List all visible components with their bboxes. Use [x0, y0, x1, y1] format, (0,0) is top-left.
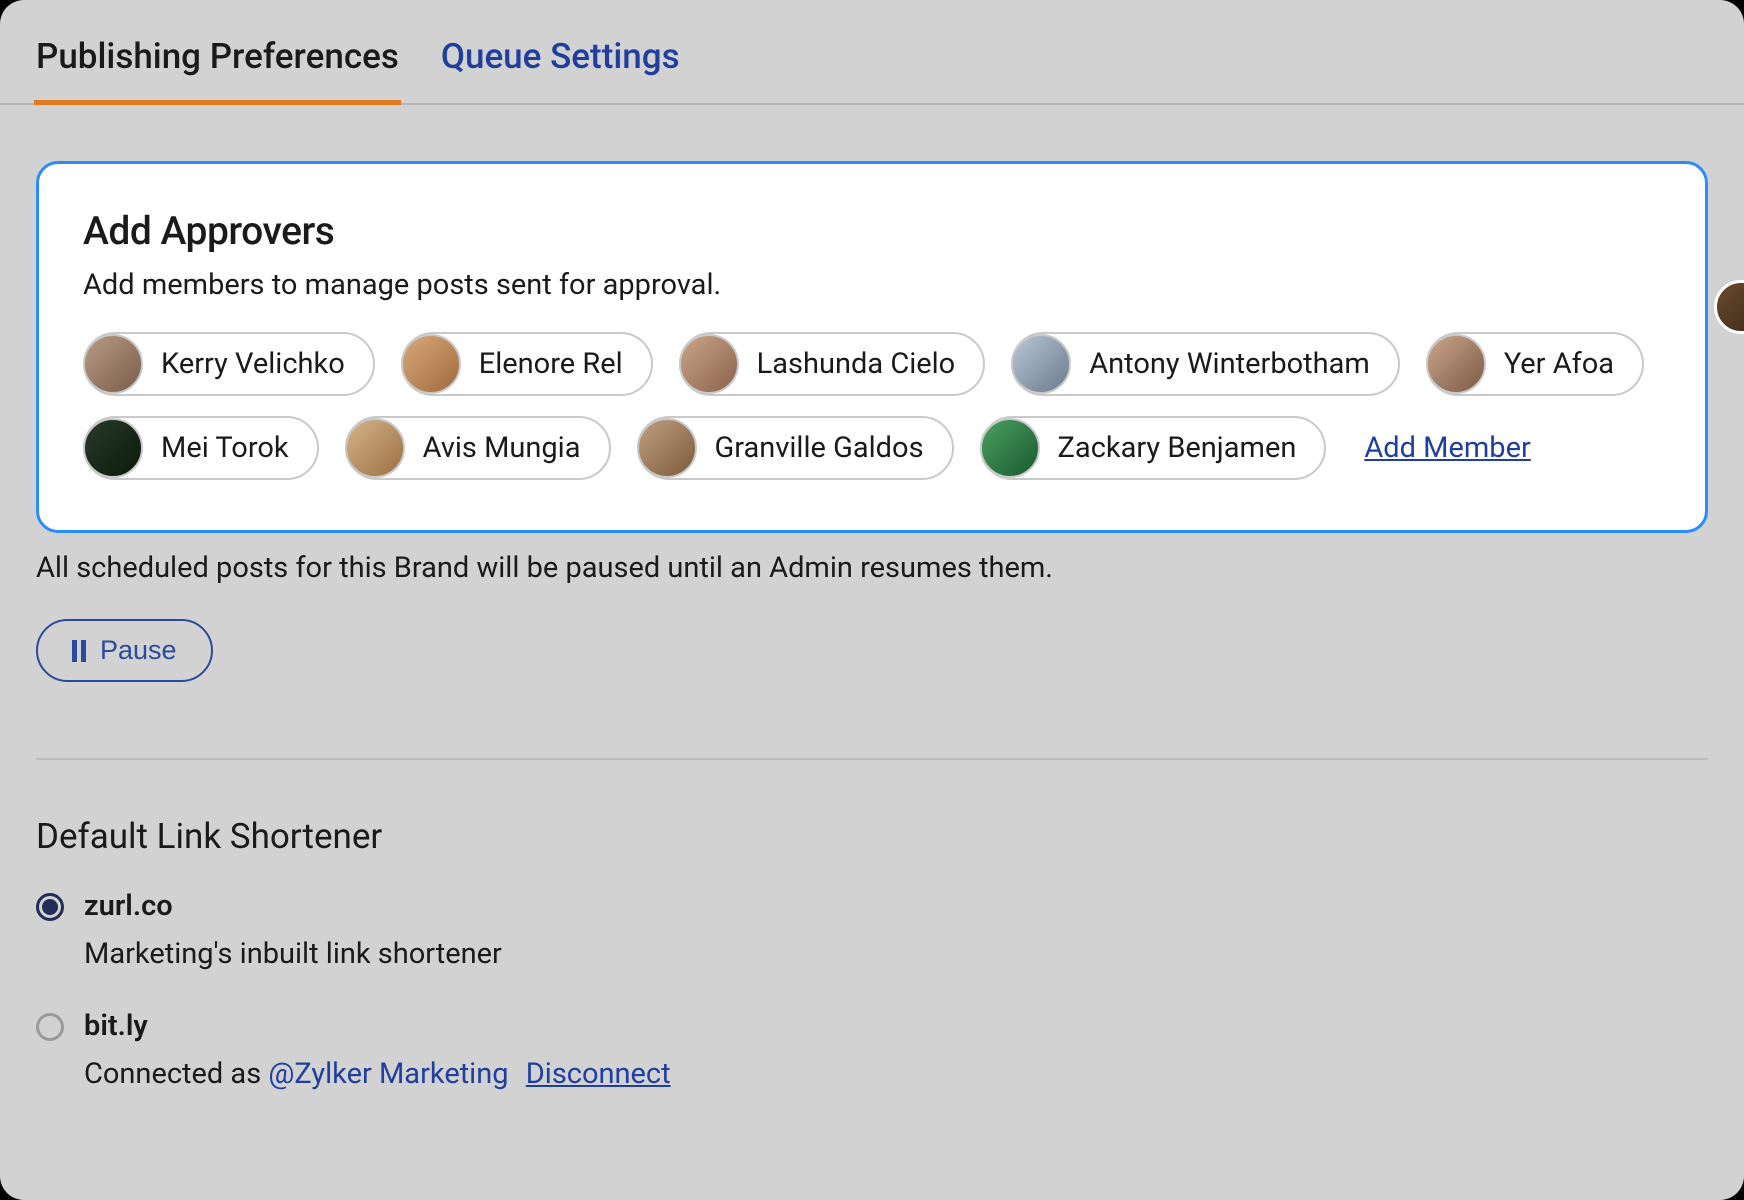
- approver-chip[interactable]: Yer Afoa: [1426, 332, 1644, 396]
- settings-panel: Publishing Preferences Queue Settings Ad…: [0, 0, 1744, 1200]
- option-name: zurl.co: [84, 889, 502, 923]
- add-approvers-card: Add Approvers Add members to manage post…: [36, 161, 1708, 533]
- approver-name: Granville Galdos: [715, 431, 924, 465]
- pause-button-label: Pause: [100, 635, 177, 666]
- radio-input[interactable]: [36, 893, 64, 921]
- avatar: [83, 334, 143, 394]
- approver-chip[interactable]: Elenore Rel: [401, 332, 653, 396]
- approver-chip[interactable]: Granville Galdos: [637, 416, 954, 480]
- connected-handle: @Zylker Marketing: [268, 1057, 508, 1091]
- option-name: bit.ly: [84, 1009, 671, 1043]
- option-desc: Marketing's inbuilt link shortener: [84, 937, 502, 971]
- radio-input[interactable]: [36, 1013, 64, 1041]
- avatar: [401, 334, 461, 394]
- approvers-list: Kerry Velichko Elenore Rel Lashunda Ciel…: [83, 332, 1661, 480]
- radio-body: zurl.co Marketing's inbuilt link shorten…: [84, 889, 502, 971]
- approver-name: Yer Afoa: [1504, 347, 1614, 381]
- tab-queue-settings[interactable]: Queue Settings: [441, 36, 680, 103]
- floating-avatar[interactable]: [1714, 280, 1744, 334]
- add-approvers-title: Add Approvers: [83, 208, 1661, 254]
- approver-chip[interactable]: Mei Torok: [83, 416, 319, 480]
- link-shortener-title: Default Link Shortener: [36, 816, 1708, 857]
- avatar: [679, 334, 739, 394]
- link-shortener-option-bitly[interactable]: bit.ly Connected as @Zylker Marketing Di…: [36, 1009, 1708, 1091]
- tabs-bar: Publishing Preferences Queue Settings: [0, 0, 1744, 105]
- pause-button[interactable]: Pause: [36, 619, 213, 682]
- avatar: [345, 418, 405, 478]
- approver-name: Zackary Benjamen: [1058, 431, 1297, 465]
- approver-name: Mei Torok: [161, 431, 289, 465]
- approver-chip[interactable]: Antony Winterbotham: [1011, 332, 1400, 396]
- connected-prefix: Connected as: [84, 1057, 268, 1091]
- avatar: [980, 418, 1040, 478]
- approver-name: Kerry Velichko: [161, 347, 345, 381]
- add-member-link[interactable]: Add Member: [1364, 431, 1530, 465]
- add-approvers-subtitle: Add members to manage posts sent for app…: [83, 268, 1661, 302]
- disconnect-link[interactable]: Disconnect: [526, 1057, 671, 1091]
- avatar: [637, 418, 697, 478]
- approver-chip[interactable]: Lashunda Cielo: [679, 332, 986, 396]
- approver-name: Antony Winterbotham: [1089, 347, 1370, 381]
- avatar: [1011, 334, 1071, 394]
- approver-chip[interactable]: Avis Mungia: [345, 416, 611, 480]
- avatar: [83, 418, 143, 478]
- avatar: [1426, 334, 1486, 394]
- approver-name: Elenore Rel: [479, 347, 623, 381]
- approver-chip[interactable]: Zackary Benjamen: [980, 416, 1327, 480]
- option-desc: Connected as @Zylker Marketing Disconnec…: [84, 1057, 671, 1091]
- approver-name: Avis Mungia: [423, 431, 581, 465]
- link-shortener-option-zurl[interactable]: zurl.co Marketing's inbuilt link shorten…: [36, 889, 1708, 971]
- pause-info-text: All scheduled posts for this Brand will …: [36, 551, 1708, 585]
- pause-icon: [72, 640, 86, 662]
- approver-chip[interactable]: Kerry Velichko: [83, 332, 375, 396]
- section-divider: [36, 758, 1708, 760]
- tab-publishing-preferences[interactable]: Publishing Preferences: [36, 36, 399, 103]
- link-shortener-options: zurl.co Marketing's inbuilt link shorten…: [36, 889, 1708, 1091]
- radio-body: bit.ly Connected as @Zylker Marketing Di…: [84, 1009, 671, 1091]
- approver-name: Lashunda Cielo: [757, 347, 956, 381]
